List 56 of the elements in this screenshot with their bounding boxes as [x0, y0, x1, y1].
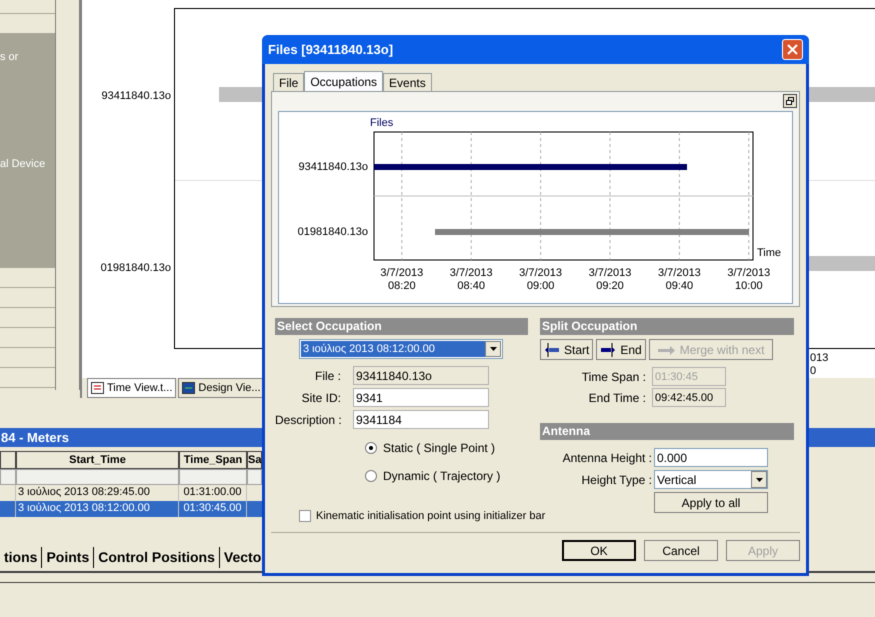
field-label: End Time :: [588, 390, 647, 406]
x-axis-title: Time: [757, 247, 782, 259]
section-header: Select Occupation: [275, 318, 528, 335]
dropdown-value: 3 ιούλιος 2013 08:12:00.00: [301, 341, 485, 357]
split-button[interactable]: Start: [540, 339, 594, 360]
height-type-dropdown[interactable]: Vertical: [654, 470, 768, 489]
column-header: Time_Span: [179, 451, 247, 469]
x-tick-label: 3/7/2013 10:00: [727, 267, 770, 292]
axis-label: 013: [810, 352, 830, 365]
radio-label[interactable]: Dynamic ( Trajectory ): [383, 467, 500, 485]
field-label: Description :: [275, 412, 343, 428]
dialog-tab[interactable]: Events: [383, 73, 432, 91]
split-button[interactable]: End: [596, 339, 646, 360]
occupation-dropdown[interactable]: 3 ιούλιος 2013 08:12:00.00: [299, 339, 503, 359]
panel-text: s or: [0, 50, 20, 65]
time-field[interactable]: 09:42:45.00: [652, 388, 726, 407]
field-label: Site ID:: [300, 390, 342, 406]
dropdown-value: Vertical: [656, 472, 698, 488]
dialog-button[interactable]: OK: [562, 540, 636, 561]
dialog-tab[interactable]: File: [273, 73, 304, 91]
field-label: Antenna Height :: [562, 450, 653, 466]
section-header: Split Occupation: [540, 318, 794, 335]
table-row[interactable]: 3 ιούλιος 2013 08:12:00.00 01:30:45.00: [0, 501, 262, 517]
text-field[interactable]: 9341: [353, 388, 489, 407]
y-tick-label: 01981840.13o: [298, 226, 368, 238]
antenna-height-field[interactable]: 0.000: [654, 448, 768, 467]
x-tick-label: 3/7/2013 08:20: [380, 267, 424, 292]
sheet-tab[interactable]: Points: [42, 546, 94, 568]
dialog-button[interactable]: Cancel: [644, 540, 718, 561]
checkbox-label[interactable]: Kinematic initialisation point using initializer bar: [316, 509, 546, 523]
view-tab[interactable]: Design Vie...: [178, 378, 265, 398]
y-tick-label: 93411840.13o: [298, 161, 368, 173]
row-label: 93411840.13o: [101, 89, 171, 104]
axis-label: 0: [810, 365, 818, 378]
field-label: Height Type :: [580, 472, 653, 488]
apply-to-all-button[interactable]: Apply to all: [654, 492, 768, 513]
sheet-tab[interactable]: tions: [0, 546, 42, 568]
y-axis-title: Files: [370, 117, 394, 129]
field-label: Time Span :: [580, 368, 647, 386]
x-tick-label: 3/7/2013 09:40: [658, 267, 701, 292]
sheet-tab[interactable]: Control Positions: [94, 546, 220, 568]
row-label: 01981840.13o: [100, 260, 171, 276]
field-label: File :: [314, 368, 342, 384]
column-header: Start_Time: [16, 451, 179, 469]
table-cell: 3 ιούλιος 2013 08:12:00.00: [16, 501, 179, 517]
text-field[interactable]: 93411840.13o: [353, 366, 489, 385]
view-tab[interactable]: Time View.t...: [87, 378, 176, 398]
x-tick-label: 3/7/2013 09:00: [519, 267, 562, 292]
section-header: Antenna: [540, 423, 794, 440]
x-tick-label: 3/7/2013 08:40: [450, 267, 493, 292]
dialog-tab[interactable]: Occupations: [304, 71, 384, 91]
x-tick-label: 3/7/2013 09:20: [588, 267, 632, 292]
panel-text: al Device: [0, 156, 46, 172]
table-cell: 01:30:45.00: [179, 501, 247, 517]
window-title: Files [93411840.13o]: [268, 40, 394, 59]
text-field[interactable]: 9341184: [353, 410, 489, 429]
